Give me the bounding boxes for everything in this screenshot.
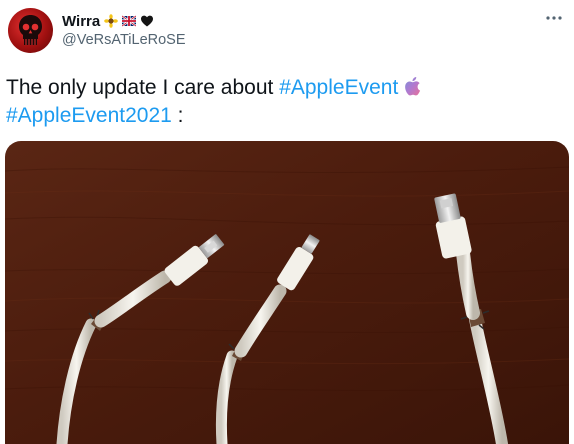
ellipsis-icon — [546, 16, 562, 20]
apple-logo-icon — [405, 77, 421, 96]
skull-icon — [19, 15, 42, 45]
more-options-button[interactable] — [544, 8, 564, 28]
frayed-cables-image — [5, 141, 569, 444]
tweet-image[interactable] — [5, 141, 569, 444]
tweet-text-tail: : — [171, 104, 184, 127]
author-name-row: Wirra — [62, 11, 154, 31]
author-handle[interactable]: @VeRsATiLeRoSE — [62, 32, 186, 48]
tweet-text: The only update I care about #AppleEvent… — [6, 74, 566, 130]
uk-flag-icon — [122, 15, 137, 27]
author-display-name[interactable]: Wirra — [62, 13, 100, 30]
hashtag-link[interactable]: #AppleEvent — [279, 76, 398, 99]
hashtag-link[interactable]: #AppleEvent2021 — [6, 104, 172, 127]
tweet-text-intro: The only update I care about — [6, 76, 280, 99]
avatar[interactable] — [8, 8, 53, 53]
sunflower-icon — [104, 14, 119, 28]
heart-icon — [141, 15, 154, 27]
